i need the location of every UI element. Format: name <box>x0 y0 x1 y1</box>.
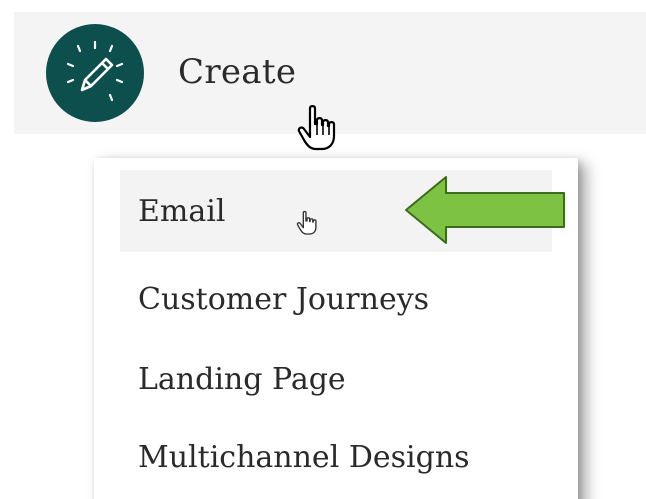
menu-item-multichannel-designs[interactable]: Multichannel Designs <box>94 416 578 498</box>
menu-item-label: Multichannel Designs <box>138 440 470 475</box>
menu-item-landing-page[interactable]: Landing Page <box>94 338 578 420</box>
create-label[interactable]: Create <box>178 50 296 94</box>
hand-pointer-cursor-small-icon <box>296 210 317 235</box>
screenshot-canvas: Create Email Customer Journeys Landing P… <box>0 0 646 499</box>
pencil-icon <box>66 40 124 102</box>
menu-item-label: Email <box>138 194 226 229</box>
menu-item-customer-journeys[interactable]: Customer Journeys <box>94 258 578 340</box>
green-arrow-icon <box>405 176 565 244</box>
menu-item-label: Landing Page <box>138 362 346 397</box>
hand-pointer-cursor-icon <box>297 105 336 151</box>
create-icon-button[interactable] <box>46 24 144 122</box>
menu-item-label: Customer Journeys <box>138 282 430 317</box>
